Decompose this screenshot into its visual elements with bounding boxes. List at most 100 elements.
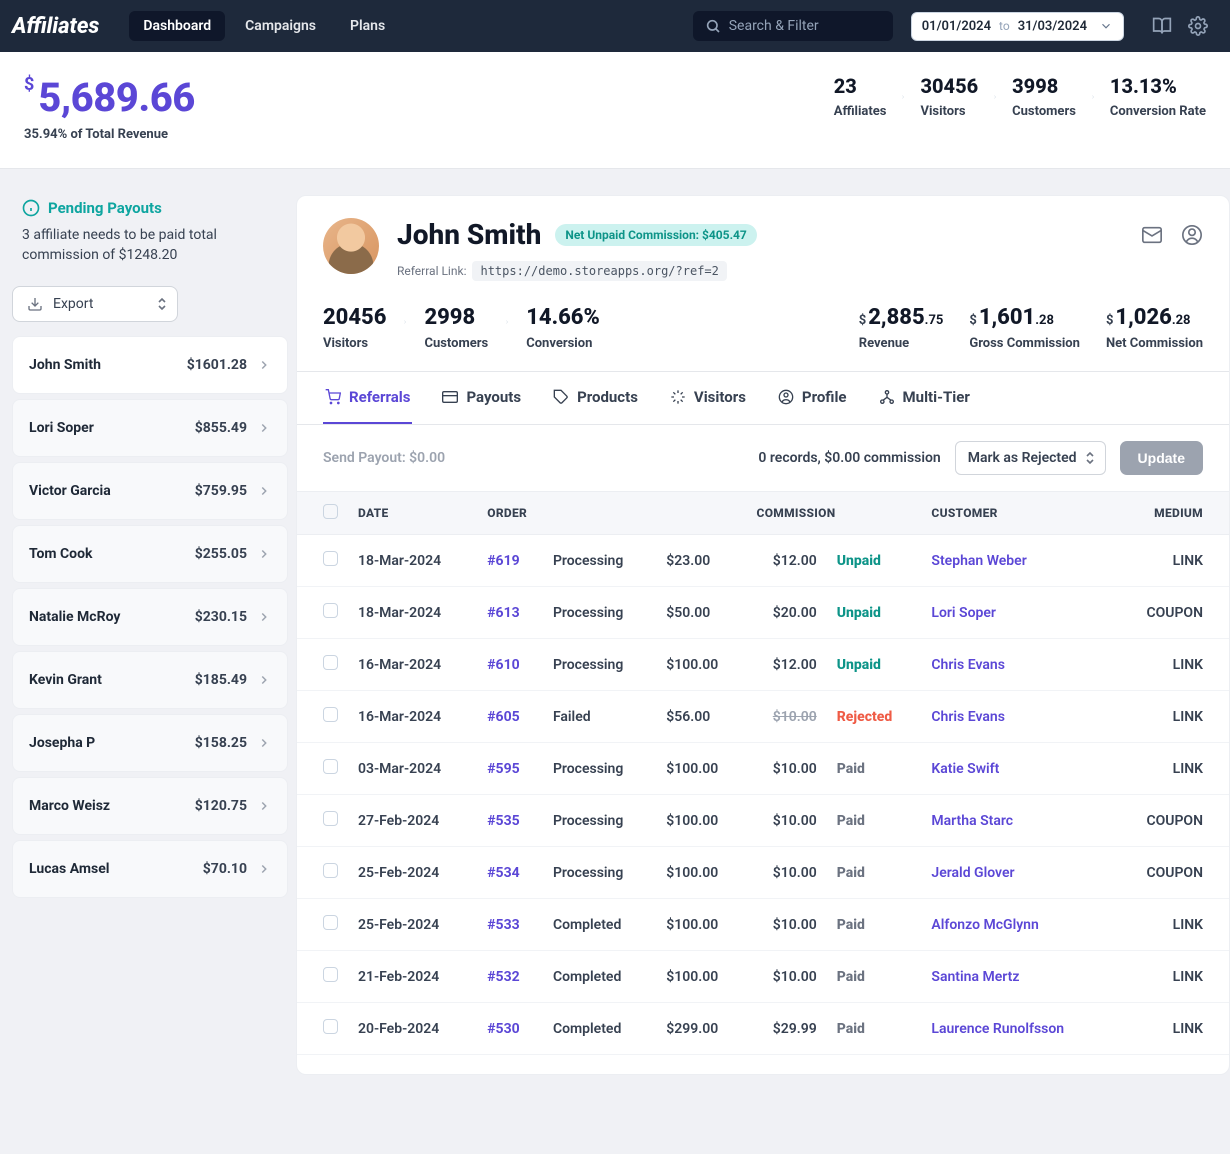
order-link[interactable]: #613 — [487, 605, 519, 621]
user-icon[interactable] — [1181, 224, 1203, 246]
tab-payouts[interactable]: Payouts — [440, 372, 523, 424]
nav-campaigns[interactable]: Campaigns — [231, 11, 330, 41]
cell-order: #613 — [477, 587, 543, 639]
metric-customers: 3998 Customers — [1012, 74, 1076, 119]
pending-payouts-card: Pending Payouts 3 affiliate needs to be … — [12, 195, 288, 280]
tab-referrals[interactable]: Referrals — [323, 372, 412, 424]
download-icon — [27, 296, 43, 312]
customer-link[interactable]: Jerald Glover — [931, 865, 1014, 881]
col-customer: CUSTOMER — [921, 492, 1112, 535]
tab-multi-tier[interactable]: Multi-Tier — [877, 372, 972, 424]
affiliate-amount: $158.25 — [195, 735, 247, 751]
cell-order-status: Completed — [543, 1003, 656, 1055]
cell-date: 16-Mar-2024 — [348, 639, 477, 691]
order-link[interactable]: #535 — [487, 813, 519, 829]
customer-link[interactable]: Katie Swift — [931, 761, 999, 777]
order-link[interactable]: #530 — [487, 1021, 519, 1037]
export-button[interactable]: Export — [12, 286, 178, 322]
date-range-picker[interactable]: 01/01/2024 to 31/03/2024 — [911, 12, 1124, 41]
date-to: 31/03/2024 — [1018, 19, 1087, 34]
mail-icon[interactable] — [1141, 224, 1163, 246]
metric-label: Customers — [1012, 104, 1076, 119]
tab-visitors[interactable]: Visitors — [668, 372, 748, 424]
sparkle-icon — [670, 389, 686, 405]
affiliate-item[interactable]: Lori Soper$855.49 — [12, 399, 288, 457]
mark-as-select[interactable]: Mark as Rejected — [955, 441, 1106, 475]
date-to-label: to — [999, 19, 1010, 33]
row-checkbox[interactable] — [323, 707, 338, 722]
order-link[interactable]: #605 — [487, 709, 519, 725]
cell-order: #534 — [477, 847, 543, 899]
checkbox-all[interactable] — [323, 504, 338, 519]
mark-as-label: Mark as Rejected — [968, 450, 1077, 466]
row-checkbox[interactable] — [323, 759, 338, 774]
stat-revenue: $2,885.75 Revenue — [859, 305, 944, 351]
customer-link[interactable]: Alfonzo McGlynn — [931, 917, 1038, 933]
affiliate-name: Natalie McRoy — [29, 609, 120, 625]
cell-commission: $20.00 — [747, 587, 827, 639]
order-link[interactable]: #532 — [487, 969, 519, 985]
nav-dashboard[interactable]: Dashboard — [129, 11, 225, 41]
table-row: 27-Feb-2024 #535 Processing $100.00 $10.… — [297, 795, 1229, 847]
customer-link[interactable]: Chris Evans — [931, 709, 1005, 725]
stat-label: Revenue — [859, 336, 944, 351]
order-link[interactable]: #533 — [487, 917, 519, 933]
affiliate-item[interactable]: Tom Cook$255.05 — [12, 525, 288, 583]
customer-link[interactable]: Chris Evans — [931, 657, 1005, 673]
affiliate-item[interactable]: Marco Weisz $120.75 — [12, 777, 288, 835]
cell-commission: $10.00 — [747, 899, 827, 951]
search-input[interactable]: Search & Filter — [693, 11, 893, 41]
affiliate-item[interactable]: Natalie McRoy$230.15 — [12, 588, 288, 646]
stat-label: Gross Commission — [969, 336, 1080, 351]
update-button[interactable]: Update — [1120, 441, 1203, 475]
book-icon[interactable] — [1152, 16, 1172, 36]
cell-commission: $29.99 — [747, 1003, 827, 1055]
records-info: 0 records, $0.00 commission — [758, 450, 940, 466]
table-row: 20-Feb-2024 #530 Completed $299.00 $29.9… — [297, 1003, 1229, 1055]
cell-order: #532 — [477, 951, 543, 1003]
row-checkbox[interactable] — [323, 551, 338, 566]
affiliate-item[interactable]: Josepha P$158.25 — [12, 714, 288, 772]
affiliate-item[interactable]: Kevin Grant$185.49 — [12, 651, 288, 709]
cell-medium: COUPON — [1113, 795, 1229, 847]
customer-link[interactable]: Laurence Runolfsson — [931, 1021, 1064, 1037]
row-checkbox[interactable] — [323, 967, 338, 982]
cell-customer: Chris Evans — [921, 639, 1112, 691]
customer-link[interactable]: Stephan Weber — [931, 553, 1026, 569]
currency: $ — [969, 313, 976, 328]
order-link[interactable]: #595 — [487, 761, 519, 777]
gear-icon[interactable] — [1188, 16, 1208, 36]
stat-label: Visitors — [323, 336, 386, 351]
table-row: 21-Feb-2024 #532 Completed $100.00 $10.0… — [297, 951, 1229, 1003]
tab-label: Products — [577, 388, 638, 406]
topbar: Affiliates Dashboard Campaigns Plans Sea… — [0, 0, 1230, 52]
affiliate-item[interactable]: John Smith$1601.28 — [12, 336, 288, 394]
tab-profile[interactable]: Profile — [776, 372, 849, 424]
tab-products[interactable]: Products — [551, 372, 640, 424]
affiliate-item[interactable]: Victor Garcia$759.95 — [12, 462, 288, 520]
stat-cents: .75 — [925, 313, 944, 328]
row-checkbox[interactable] — [323, 863, 338, 878]
cell-order: #595 — [477, 743, 543, 795]
order-link[interactable]: #610 — [487, 657, 519, 673]
customer-link[interactable]: Lori Soper — [931, 605, 996, 621]
row-checkbox[interactable] — [323, 915, 338, 930]
row-checkbox[interactable] — [323, 1019, 338, 1034]
referral-url[interactable]: https://demo.storeapps.org/?ref=2 — [472, 261, 726, 281]
affiliate-name: Marco Weisz — [29, 798, 110, 814]
row-checkbox[interactable] — [323, 811, 338, 826]
order-link[interactable]: #619 — [487, 553, 519, 569]
affiliate-item[interactable]: Lucas Amsel$70.10 — [12, 840, 288, 898]
select-arrows-icon — [157, 297, 167, 311]
chevron-right-icon — [257, 736, 271, 750]
nav-plans[interactable]: Plans — [336, 11, 399, 41]
row-checkbox[interactable] — [323, 655, 338, 670]
row-checkbox[interactable] — [323, 603, 338, 618]
affiliate-amount: $120.75 — [195, 798, 247, 814]
chevron-right-icon — [257, 610, 271, 624]
chevron-right-icon — [257, 862, 271, 876]
order-link[interactable]: #534 — [487, 865, 519, 881]
customer-link[interactable]: Santina Mertz — [931, 969, 1019, 985]
chevron-right-icon — [257, 484, 271, 498]
customer-link[interactable]: Martha Starc — [931, 813, 1013, 829]
